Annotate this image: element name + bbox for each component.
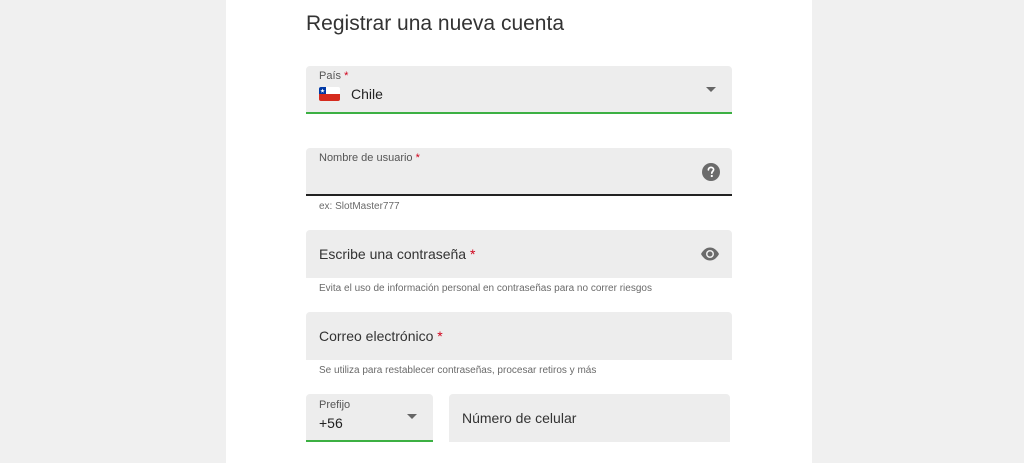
- username-field[interactable]: Nombre de usuario *: [306, 148, 732, 196]
- phone-placeholder: Número de celular: [462, 410, 577, 426]
- prefix-select[interactable]: Prefijo +56: [306, 394, 433, 442]
- username-label: Nombre de usuario *: [319, 152, 420, 164]
- password-helper: Evita el uso de información personal en …: [319, 283, 652, 294]
- question-circle-icon[interactable]: [702, 163, 720, 186]
- registration-panel: Registrar una nueva cuenta País * Chile …: [226, 0, 812, 463]
- eye-icon[interactable]: [700, 246, 720, 267]
- prefix-value: +56: [319, 415, 343, 431]
- page-title: Registrar una nueva cuenta: [306, 12, 564, 35]
- chevron-down-icon[interactable]: [407, 414, 417, 419]
- password-field[interactable]: Escribe una contraseña *: [306, 230, 732, 278]
- phone-field[interactable]: Número de celular: [449, 394, 730, 442]
- username-helper: ex: SlotMaster777: [319, 201, 400, 212]
- country-value: Chile: [351, 86, 383, 102]
- country-label: País *: [319, 70, 349, 82]
- email-placeholder: Correo electrónico *: [319, 328, 443, 344]
- email-helper: Se utiliza para restablecer contraseñas,…: [319, 365, 597, 376]
- country-select[interactable]: País * Chile: [306, 66, 732, 114]
- prefix-label: Prefijo: [319, 399, 351, 411]
- email-field[interactable]: Correo electrónico *: [306, 312, 732, 360]
- chile-flag-icon: [319, 87, 340, 101]
- password-placeholder: Escribe una contraseña *: [319, 246, 476, 262]
- chevron-down-icon[interactable]: [706, 87, 716, 92]
